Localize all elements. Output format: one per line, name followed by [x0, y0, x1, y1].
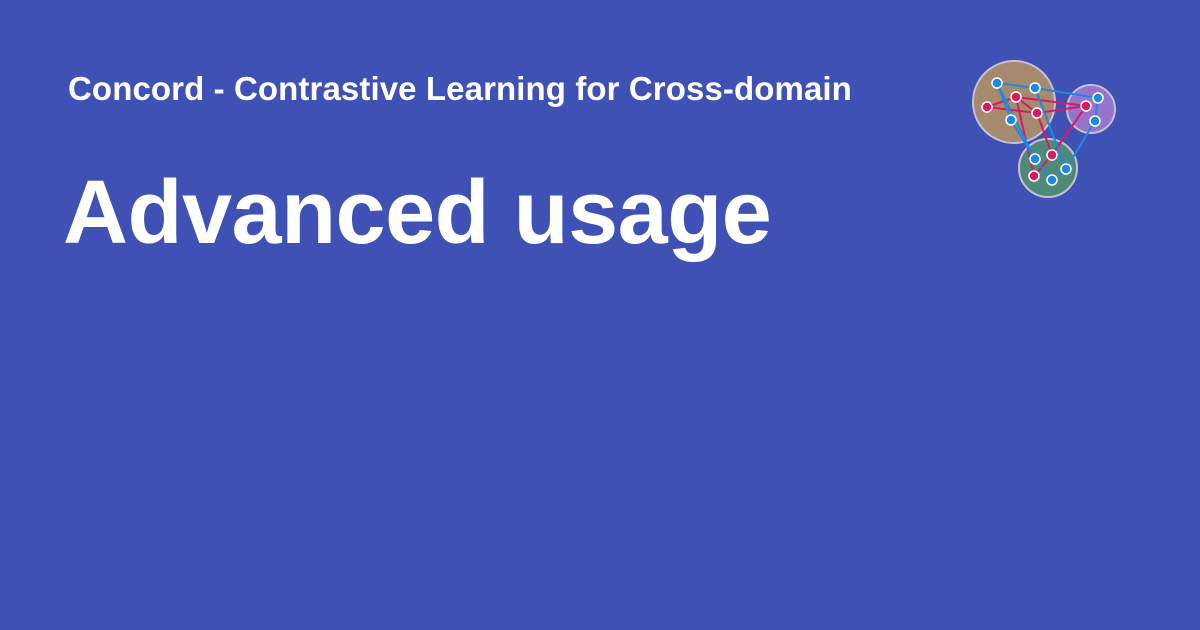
- page-title: Advanced usage: [63, 163, 772, 263]
- network-clusters-icon: [972, 60, 1116, 198]
- site-name: Concord - Contrastive Learning for Cross…: [68, 70, 852, 107]
- social-card: Concord - Contrastive Learning for Cross…: [0, 0, 1200, 630]
